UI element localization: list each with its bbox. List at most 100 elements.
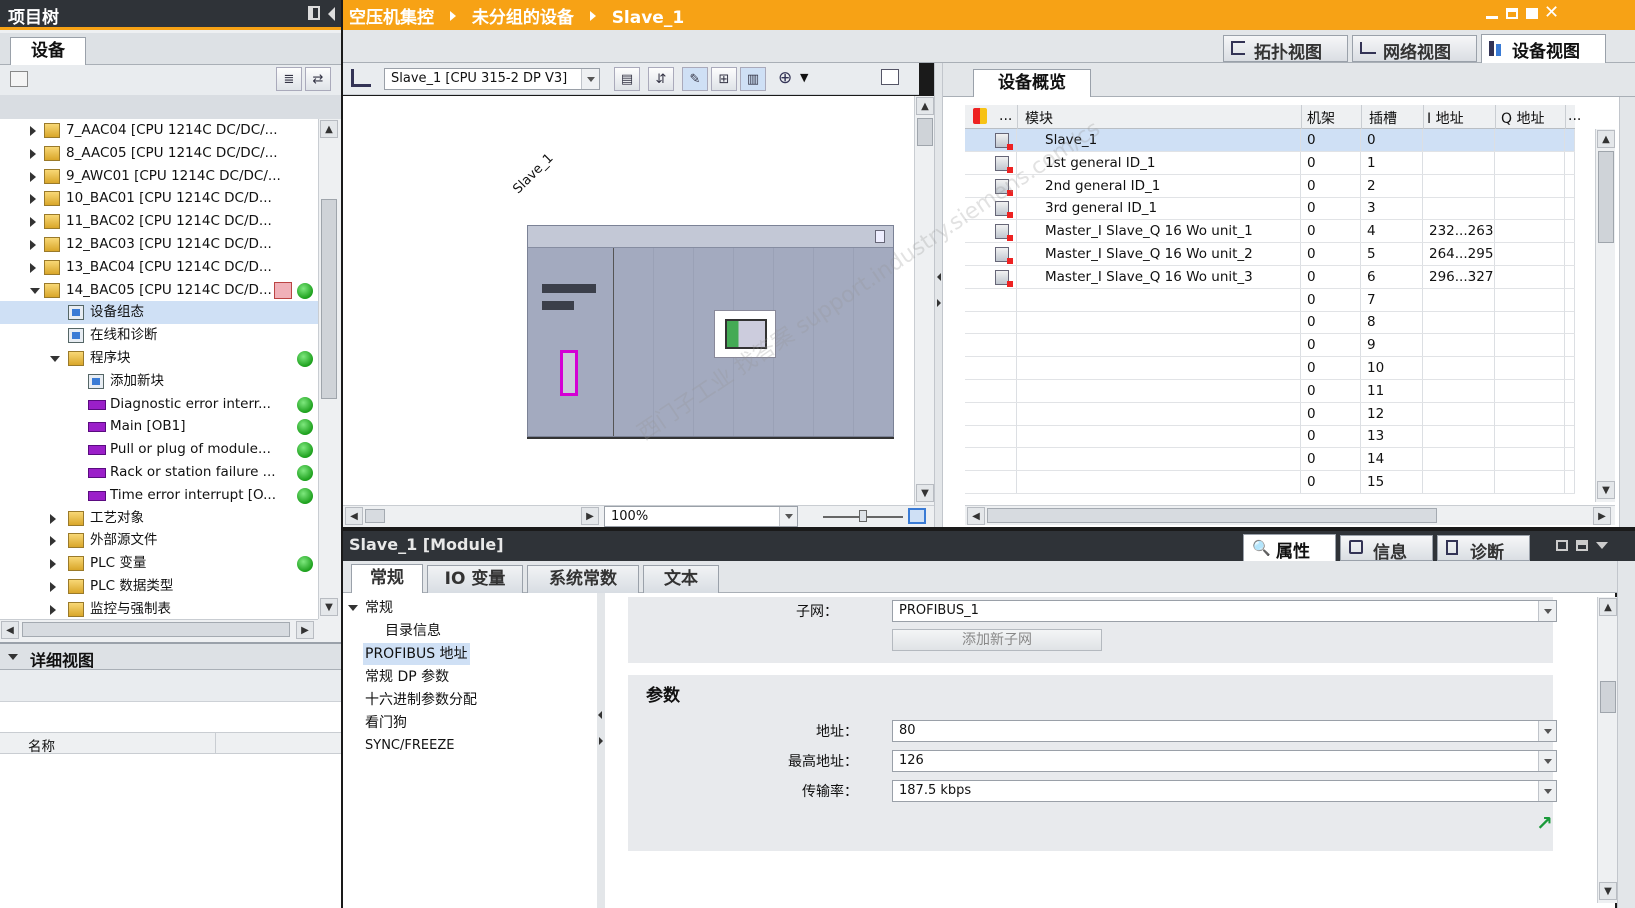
table-row[interactable]: 09 (965, 334, 1575, 358)
tree-item[interactable]: 外部源文件 (0, 529, 318, 552)
detail-view-toggle-icon[interactable] (8, 654, 18, 660)
overview-vscrollbar[interactable]: ▲ ▼ (1595, 129, 1615, 502)
expand-right-icon[interactable] (50, 604, 56, 615)
rack-slot-0[interactable] (528, 248, 614, 436)
overview-toggle-button[interactable]: ▥ (740, 67, 766, 91)
tab-device-view[interactable]: 设备视图 (1481, 34, 1606, 63)
col-dots[interactable]: ... (999, 108, 1012, 124)
tree-hscrollbar[interactable]: ◀ ▶ (0, 619, 318, 639)
expand-right-icon[interactable] (30, 262, 36, 273)
nav-sync-freeze[interactable]: SYNC/FREEZE (365, 735, 454, 757)
tree-item[interactable]: 工艺对象 (0, 507, 318, 530)
prop-tab-system-constants[interactable]: 系统常数 (527, 565, 639, 593)
collapse-left-icon[interactable] (328, 7, 335, 21)
show-modules-button[interactable]: ▤ (614, 67, 640, 91)
canvas-vscroll-thumb[interactable] (917, 118, 933, 146)
address-dropdown[interactable]: 80 (892, 720, 1557, 742)
tree-item[interactable]: 9_AWC01 [CPU 1214C DC/DC/... (0, 165, 318, 188)
col-module[interactable]: 模块 (1025, 108, 1053, 128)
col-slot[interactable]: 插槽 (1369, 108, 1397, 128)
subnet-dropdown[interactable]: PROFIBUS_1 (892, 600, 1557, 622)
tree-view-button[interactable]: ≣ (276, 67, 302, 91)
nav-general-dp-params[interactable]: 常规 DP 参数 (365, 666, 449, 688)
nav-watchdog[interactable]: 看门狗 (365, 712, 407, 734)
maximize-icon[interactable] (1526, 8, 1538, 19)
tree-item[interactable]: Main [OB1] (0, 415, 318, 438)
expand-right-icon[interactable] (50, 513, 56, 524)
tree-action-button[interactable]: ⇄ (305, 67, 331, 91)
table-row[interactable]: 0 14 (965, 448, 1575, 472)
grid-button[interactable]: ⊞ (711, 67, 737, 91)
tab-topology-view[interactable]: 拓扑视图 (1223, 35, 1348, 63)
tree-item[interactable]: PLC 数据类型 (0, 575, 318, 598)
tab-devices[interactable]: 设备 (10, 37, 86, 65)
tree-item[interactable]: Diagnostic error interr... (0, 393, 318, 416)
rack[interactable] (527, 225, 894, 437)
expand-down-icon[interactable] (50, 356, 60, 362)
tree-item[interactable]: Time error interrupt [O... (0, 484, 318, 507)
overview-hscrollbar[interactable]: ◀ ▶ (965, 505, 1615, 525)
detail-col-name[interactable]: 名称 (28, 735, 55, 755)
device-select-dropdown[interactable]: Slave_1 [CPU 315-2 DP V3] (384, 68, 600, 90)
overview-nav-icon[interactable] (908, 508, 926, 524)
expand-right-icon[interactable] (30, 240, 36, 250)
minimize-icon[interactable] (1486, 16, 1498, 19)
col-q-address[interactable]: Q 地址 (1501, 108, 1544, 128)
print-preview-icon[interactable] (881, 69, 899, 85)
tree-item[interactable]: Rack or station failure ... (0, 461, 318, 484)
table-row[interactable]: 0 10 (965, 357, 1575, 380)
inspector-tab-diagnostics[interactable]: 诊断 (1437, 535, 1530, 563)
zoom-menu-icon[interactable]: ▼ (800, 71, 808, 84)
zoom-icon[interactable]: ⊕ (778, 68, 792, 88)
canvas-vscrollbar[interactable]: ▲ ▼ (914, 96, 934, 505)
tree-item[interactable]: Pull or plug of module... (0, 438, 318, 461)
inspector-tab-properties[interactable]: 🔍 属性 (1243, 534, 1336, 562)
expand-right-icon[interactable] (50, 559, 56, 570)
panel-pin-icon[interactable] (308, 6, 320, 20)
tree-item[interactable]: 程序块 (0, 347, 318, 370)
prop-tab-texts[interactable]: 文本 (643, 565, 719, 593)
device-canvas[interactable]: Slave_1 (343, 96, 932, 505)
vertical-splitter[interactable] (934, 63, 943, 527)
properties-vscrollbar[interactable]: ▲ ▼ (1597, 597, 1617, 903)
expand-right-icon[interactable] (30, 126, 36, 136)
tree-item[interactable]: 13_BAC04 [CPU 1214C DC/D... (0, 256, 318, 279)
tree-item[interactable]: 11_BAC02 [CPU 1214C DC/D... (0, 210, 318, 233)
tab-network-view[interactable]: 网络视图 (1352, 35, 1477, 63)
zoom-slider-handle[interactable] (859, 510, 867, 522)
nav-general[interactable]: 常规 (365, 597, 393, 619)
dp-interface-port[interactable] (560, 350, 578, 396)
close-icon[interactable]: ✕ (1544, 2, 1559, 23)
nav-catalog-info[interactable]: 目录信息 (385, 620, 441, 642)
nav-splitter[interactable] (597, 593, 605, 908)
prop-tab-io-tags[interactable]: IO 变量 (427, 565, 523, 593)
table-row[interactable]: 0 12 (965, 402, 1575, 426)
col-more[interactable]: ... (1568, 108, 1581, 124)
add-subnet-button[interactable]: 添加新子网 (892, 629, 1102, 651)
table-row[interactable]: Master_I Slave_Q 16 Wo unit_3 0 6 296...327 (965, 265, 1575, 289)
tree-vscroll-thumb[interactable] (321, 199, 337, 399)
canvas-hscroll-thumb[interactable] (365, 509, 385, 523)
collapse-panel-icon[interactable] (1596, 542, 1608, 549)
baud-rate-dropdown[interactable]: 187.5 kbps (892, 780, 1557, 802)
nav-profibus-address[interactable]: PROFIBUS 地址 (363, 643, 470, 665)
filter-icon[interactable] (973, 108, 987, 124)
properties-vscroll-thumb[interactable] (1600, 681, 1616, 713)
tree-item[interactable]: 在线和诊断 (0, 324, 318, 347)
col-i-address[interactable]: I 地址 (1427, 108, 1464, 128)
tree-vscrollbar[interactable]: ▲ ▼ (318, 119, 339, 619)
breadcrumb-device[interactable]: Slave_1 (612, 8, 684, 28)
tree-item[interactable]: 设备组态 (0, 301, 318, 325)
dock-icon[interactable] (1576, 540, 1588, 551)
tree-item[interactable]: 8_AAC05 [CPU 1214C DC/DC/... (0, 142, 318, 165)
expand-right-icon[interactable] (30, 171, 36, 182)
tree-item[interactable]: 10_BAC01 [CPU 1214C DC/D... (0, 187, 318, 210)
tree-item[interactable]: 14_BAC05 [CPU 1214C DC/D... (0, 279, 318, 302)
table-row[interactable]: Master_I Slave_Q 16 Wo unit_1 0 4 232...263 (965, 220, 1575, 244)
tree-item[interactable]: 12_BAC03 [CPU 1214C DC/D... (0, 233, 318, 256)
nav-expand-icon[interactable] (348, 605, 358, 611)
expand-right-icon[interactable] (30, 148, 36, 159)
tree-hscroll-thumb[interactable] (22, 622, 290, 637)
prop-tab-general[interactable]: 常规 (351, 564, 423, 594)
tab-device-overview[interactable]: 设备概览 (973, 69, 1091, 97)
